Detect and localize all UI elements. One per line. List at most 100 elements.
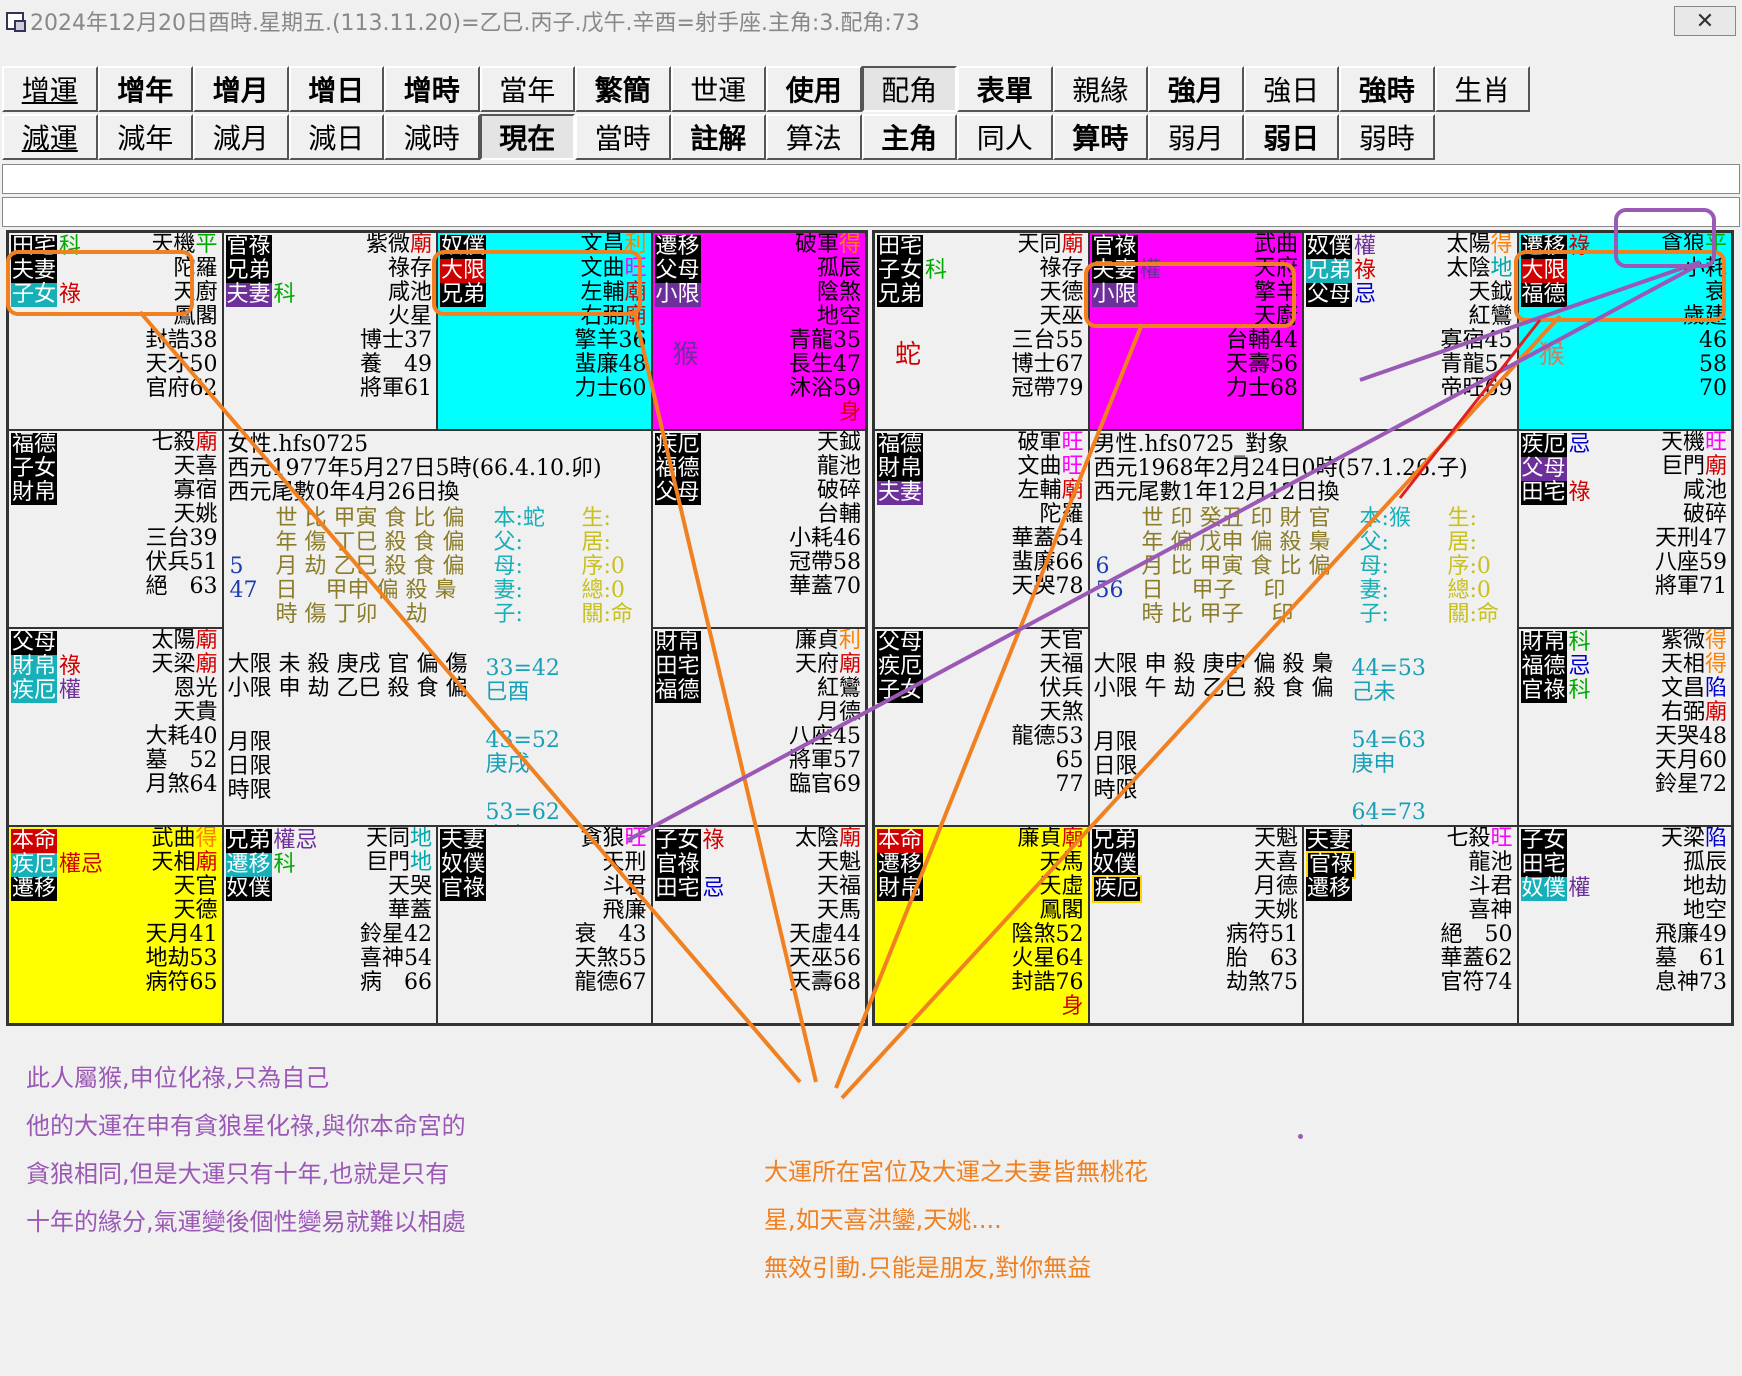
palace-name: 子女 [654, 828, 701, 853]
palace-name: 官祿 [1520, 678, 1567, 703]
palace-name: 遷移 [11, 876, 58, 901]
toolbar-button-row1-4[interactable]: 增時 [384, 66, 480, 112]
toolbar-button-row1-3[interactable]: 增日 [288, 66, 384, 112]
palace-name: 福德 [1520, 282, 1567, 307]
toolbar-button-row1-9[interactable]: 配角 [861, 66, 957, 112]
palace-cell[interactable]: 官祿 兄弟 夫妻科紫微廟 祿存 咸池 火星 博士37 養 49 將軍61 [222, 232, 437, 430]
center-pillars: 世 比 甲寅 食 比 偏 年 傷 丁巳 殺 食 偏 月 劫 乙巳 殺 食 偏 日… [275, 506, 465, 627]
toolbar-button-row2-3[interactable]: 減日 [288, 114, 384, 160]
palace-cell[interactable]: 夫妻 奴僕 官祿 貪狼旺 天刑 斗君 飛廉衰 43 天煞55 龍德67 [437, 826, 652, 1024]
palace-cell[interactable]: 子女祿官祿 田宅忌太陰廟 天魁 天福 天馬 天虛44 天巫56 天壽68 [651, 826, 866, 1024]
palace-cell[interactable]: 奴僕權兄弟祿父母忌太陽得 太陰地 天鉞 紅鸞 寡宿45 青龍57 帝旺69 [1303, 232, 1518, 430]
sihua-tag: 科 [59, 234, 82, 259]
palace-cell[interactable]: 田宅科夫妻 子女祿天機平 陀羅 天廚 鳳閣 封誥38 天才50 官府62 [8, 232, 223, 430]
toolbar-button-row2-14[interactable]: 弱時 [1339, 114, 1435, 160]
sihua-tag: 科 [1568, 678, 1591, 703]
toolbar-button-row1-0[interactable]: 增運 [2, 66, 98, 112]
input-bar-2[interactable] [2, 197, 1740, 227]
palace-cell[interactable]: 福德 子女 財帛 七殺廟 天喜 寡宿 天姚 三台39 伏兵51 絕 63 [8, 430, 223, 628]
palace-name: 福德 [11, 432, 58, 457]
palace-labels: 本命 遷移 財帛 [877, 828, 924, 901]
toolbar-button-row2-1[interactable]: 減年 [97, 114, 193, 160]
toolbar-button-row1-2[interactable]: 增月 [193, 66, 289, 112]
palace-name: 奴僕 [225, 876, 272, 901]
palace-cell[interactable]: 父母 財帛祿疾厄權太陽廟 天梁廟 恩光 天貴 大耗40 墓 52 月煞64 [8, 628, 223, 826]
palace-name: 田宅 [654, 876, 701, 901]
toolbar-button-row1-6[interactable]: 繁簡 [575, 66, 671, 112]
toolbar-button-row2-7[interactable]: 註解 [670, 114, 766, 160]
annotation-right-line: 無效引動.只能是朋友,對你無益 [764, 1254, 1092, 1282]
center-info1: 本:蛇 父: 母: 妻: 子: [493, 506, 545, 627]
palace-cell[interactable]: 官祿 夫妻權小限 武曲 天府 擎羊 天廚 台輔44 天壽56 力士68 [1088, 232, 1303, 430]
palace-cell[interactable]: 本命 遷移 財帛 廉貞廟 天馬 天虛 鳳閣 陰煞52 火星64 封誥76 身 [874, 826, 1089, 1024]
input-bar-1[interactable] [2, 164, 1740, 194]
toolbar-button-row2-2[interactable]: 減月 [193, 114, 289, 160]
toolbar-button-row2-8[interactable]: 算法 [766, 114, 862, 160]
palace-name: 本命 [877, 828, 924, 853]
sihua-tag: 科 [1568, 630, 1591, 655]
palace-cell[interactable]: 疾厄忌父母 田宅祿天機旺 巨門廟 咸池 破碎 天刑47 八座59 將軍71 [1517, 430, 1732, 628]
toolbar-button-row1-11[interactable]: 親緣 [1052, 66, 1148, 112]
toolbar-button-row2-4[interactable]: 減時 [384, 114, 480, 160]
palace-labels: 福德 子女 財帛 [11, 432, 58, 505]
sihua-tag: 權 [59, 678, 82, 703]
palace-name: 財帛 [877, 876, 924, 901]
palace-cell[interactable]: 田宅 子女科兄弟 天同廟 祿存 天德 天巫 三台55 博士67 冠帶79 蛇 [874, 232, 1089, 430]
annotation-left-line: 十年的緣分,氣運變後個性變易就難以相處 [26, 1208, 466, 1236]
palace-cell[interactable]: 夫妻 官祿 遷移 七殺旺 龍池 斗君 喜神絕 50 華蓋62 官符74 [1303, 826, 1518, 1024]
toolbar-button-row2-13[interactable]: 弱日 [1243, 114, 1339, 160]
toolbar-button-row1-12[interactable]: 強月 [1148, 66, 1244, 112]
palace-cell[interactable]: 兄弟 奴僕 疾厄 天魁 天喜 月德 天姚 病符51 胎 63 劫煞75 [1088, 826, 1303, 1024]
toolbar-button-row1-7[interactable]: 世運 [670, 66, 766, 112]
palace-stars: 天同地 巨門地 天哭 華蓋 鈴星42 喜神54 病 66 [360, 826, 432, 995]
palace-name: 子女 [877, 678, 924, 703]
annotation-left-line: 他的大運在申有貪狼星化祿,與你本命宮的 [26, 1112, 466, 1140]
toolbar-button-row1-13[interactable]: 強日 [1243, 66, 1339, 112]
palace-name: 子女 [11, 456, 58, 481]
palace-cell[interactable]: 父母 疾厄 子女 天官 天福 伏兵 天煞 龍德53 65 77 [874, 628, 1089, 826]
palace-cell[interactable]: 疾厄 福德 父母 天鉞 龍池 破碎 台輔 小耗46 冠帶58 華蓋70 [651, 430, 866, 628]
toolbar-button-row2-9[interactable]: 主角 [861, 114, 957, 160]
toolbar-button-row2-12[interactable]: 弱月 [1148, 114, 1244, 160]
palace-cell[interactable]: 兄弟 權忌 遷移科奴僕 天同地 巨門地 天哭 華蓋 鈴星42 喜神54 病 66 [222, 826, 437, 1024]
toolbar-button-row1-1[interactable]: 增年 [97, 66, 193, 112]
palace-name: 兄弟 [1306, 258, 1353, 283]
palace-cell[interactable]: 遷移 父母 小限 破軍得 孤辰 陰煞 地空 青龍35 長生47 沐浴59 身猴 [651, 232, 866, 430]
close-button[interactable]: ✕ [1674, 6, 1736, 36]
palace-labels: 官祿 夫妻權小限 [1091, 235, 1162, 307]
palace-cell[interactable]: 本命 疾厄 權忌 遷移 武曲得 天相廟 天官 天德 天月41 地劫53 病符65 [8, 826, 223, 1024]
palace-name: 父母 [654, 258, 701, 283]
palace-stars: 七殺旺 龍池 斗君 喜神絕 50 華蓋62 官符74 [1440, 826, 1513, 995]
palace-labels: 疾厄 福德 父母 [654, 433, 701, 505]
palace-labels: 本命 疾厄 權忌 遷移 [11, 829, 103, 901]
palace-cell[interactable]: 子女 田宅 奴僕權天梁陷 孤辰 地劫 地空 飛廉49 墓 61 息神73 [1517, 826, 1732, 1024]
sihua-tag: 忌 [1354, 282, 1377, 307]
toolbar-button-row1-15[interactable]: 生肖 [1434, 66, 1530, 112]
toolbar-button-row2-6[interactable]: 當時 [575, 114, 671, 160]
toolbar-button-row1-14[interactable]: 強時 [1339, 66, 1435, 112]
palace-stars: 破軍旺 文曲旺 左輔廟 陀羅 華蓋54 蜚廉66 天哭78 [1011, 430, 1084, 599]
palace-cell[interactable]: 財帛 田宅 福德 廉貞利 天府廟 紅鸞 月德 八座45 將軍57 臨官69 [651, 628, 866, 826]
palace-cell[interactable]: 遷移祿大限 福德 貪狼平 小耗衰歲建 46 58 70 猴 [1517, 232, 1732, 430]
toolbar-button-row2-11[interactable]: 算時 [1052, 114, 1148, 160]
palace-name: 疾厄 [1091, 875, 1142, 903]
toolbar-button-row2-5[interactable]: 現在 [479, 114, 575, 160]
toolbar-button-row1-10[interactable]: 表單 [957, 66, 1053, 112]
toolbar-button-row1-5[interactable]: 當年 [479, 66, 575, 112]
palace-labels: 官祿 兄弟 夫妻科 [225, 235, 296, 307]
palace-cell[interactable]: 福德 財帛 夫妻 破軍旺 文曲旺 左輔廟 陀羅 華蓋54 蜚廉66 天哭78 [874, 430, 1089, 628]
toolbar-button-row2-10[interactable]: 同人 [957, 114, 1053, 160]
toolbar-button-row1-8[interactable]: 使用 [766, 66, 862, 112]
palace-name: 福德 [654, 678, 701, 703]
palace-name: 小限 [654, 282, 701, 307]
palace-cell[interactable]: 財帛科福德忌官祿科紫微得 天相得 文昌陷 右弼廟 天哭48 天月60 鈴星72 [1517, 628, 1732, 826]
toolbar-button-row2-0[interactable]: 減運 [2, 114, 98, 160]
sihua-tag: 科 [273, 852, 296, 877]
annotation-right-line: 星,如天喜洪鑾,天姚.... [764, 1206, 1002, 1234]
palace-cell[interactable]: 奴僕 大限 兄弟 文昌利 文曲旺 左輔廟 右弼廟 擎羊36 蜚廉48 力士60 [437, 232, 652, 430]
palace-name: 官祿 [654, 852, 701, 877]
annotation-right-line: 大運所在宮位及大運之夫妻皆無桃花 [764, 1158, 1148, 1186]
palace-stars: 七殺廟 天喜 寡宿 天姚 三台39 伏兵51 絕 63 [145, 430, 218, 599]
palace-name: 父母 [877, 630, 924, 655]
palace-labels: 奴僕權兄弟祿父母忌 [1306, 235, 1376, 307]
